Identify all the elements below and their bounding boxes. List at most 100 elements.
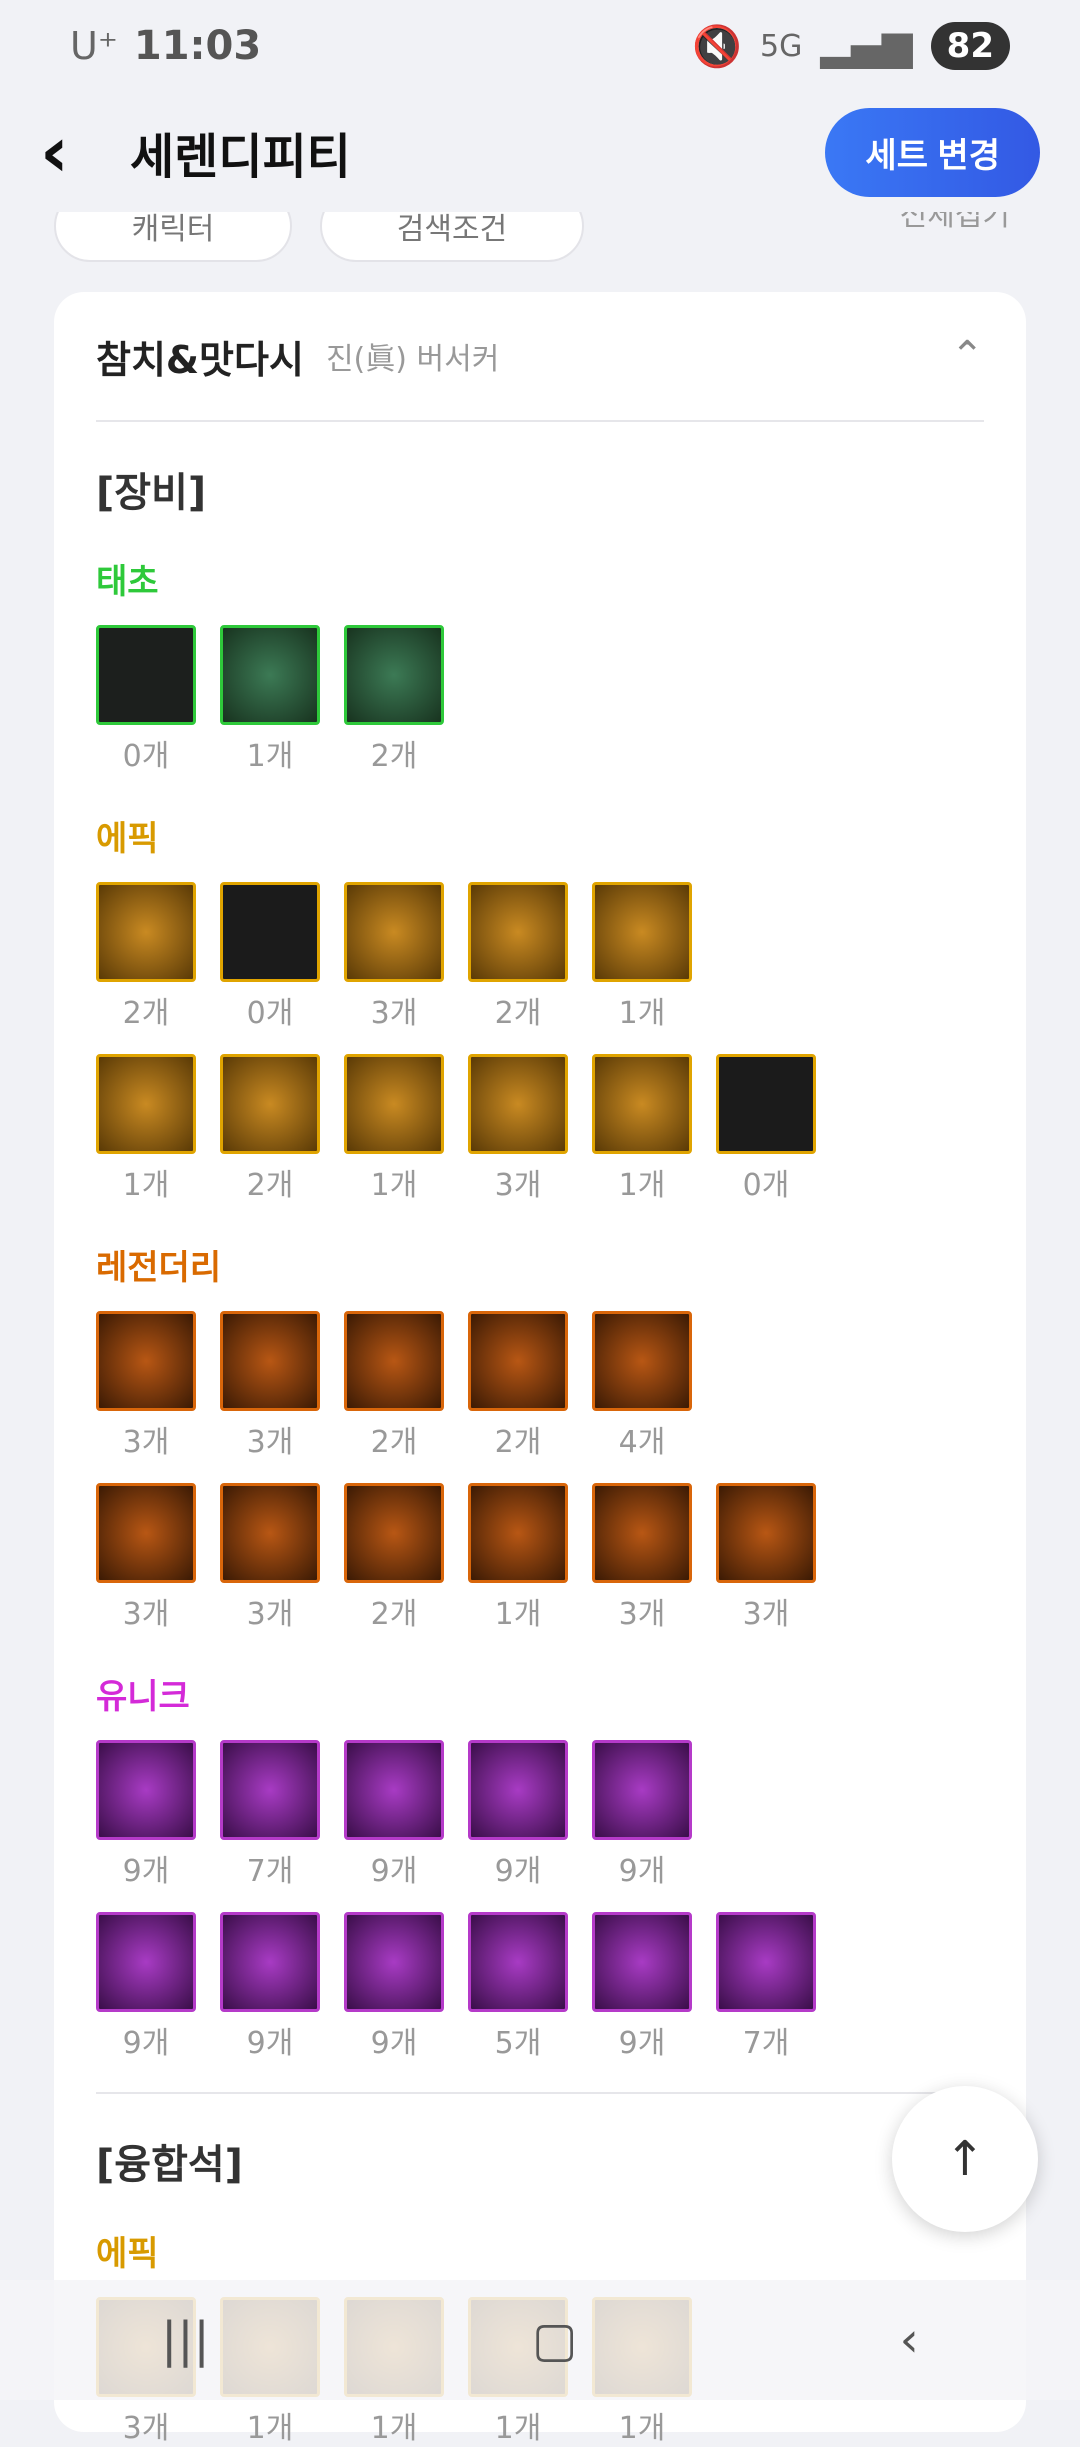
character-job: 진(眞) 버서커	[325, 342, 500, 377]
change-set-button[interactable]: 세트 변경	[825, 107, 1040, 197]
pants-icon	[220, 1311, 320, 1411]
arrow-up-icon: ↑	[944, 2131, 986, 2187]
stone-icon	[592, 1912, 692, 2012]
equipment-item[interactable]: 0개	[96, 625, 196, 775]
equipment-item[interactable]: 3개	[220, 1483, 320, 1633]
legend-row-2: 3개 3개 2개 1개 3개 3개	[96, 1483, 984, 1633]
equipment-item[interactable]: 2개	[344, 1311, 444, 1461]
item-count: 3개	[370, 996, 418, 1031]
equipment-item[interactable]: 9개	[344, 1740, 444, 1890]
equipment-item[interactable]: 1개	[220, 625, 320, 775]
recent-apps-icon[interactable]: |||	[161, 2312, 210, 2368]
equipment-item[interactable]: 3개	[220, 1311, 320, 1461]
equipment-item[interactable]: 9개	[96, 1740, 196, 1890]
equipment-item[interactable]: 9개	[592, 1740, 692, 1890]
equipment-item[interactable]: 2개	[96, 882, 196, 1032]
grade-epic-label: 에픽	[96, 819, 159, 859]
back-arrow-icon[interactable]: ‹	[40, 111, 120, 193]
app-header: ‹ 세렌디피티 세트 변경	[0, 92, 1080, 212]
pants-icon	[220, 882, 320, 982]
ring-icon	[344, 1483, 444, 1583]
equipment-item[interactable]: 7개	[716, 1912, 816, 2062]
equipment-item[interactable]: 7개	[220, 1740, 320, 1890]
equipment-item[interactable]: 3개	[716, 1483, 816, 1633]
item-count: 2개	[370, 739, 418, 774]
stone-icon	[592, 1054, 692, 1154]
shoulder-icon	[344, 882, 444, 982]
equipment-item[interactable]: 2개	[344, 625, 444, 775]
item-count: 3개	[122, 2411, 170, 2446]
equipment-item[interactable]: 2개	[220, 1054, 320, 1204]
mask-icon	[468, 1054, 568, 1154]
item-count: 2개	[370, 1597, 418, 1632]
equipment-item[interactable]: 9개	[468, 1740, 568, 1890]
equipment-item[interactable]: 3개	[468, 1054, 568, 1204]
equipment-item[interactable]: 1개	[592, 1054, 692, 1204]
equipment-item[interactable]: 2개	[468, 882, 568, 1032]
equipment-item[interactable]: 0개	[220, 882, 320, 1032]
equipment-item[interactable]: 2개	[468, 1311, 568, 1461]
signal-icon: ▂▄▆	[820, 23, 913, 69]
section-divider	[96, 2092, 984, 2094]
epic-row-1: 2개 0개 3개 2개 1개	[96, 882, 984, 1032]
equipment-item[interactable]: 0개	[716, 1054, 816, 1204]
equipment-section-title: [장비]	[96, 470, 207, 516]
chevron-up-icon[interactable]: ⌃	[950, 333, 984, 379]
item-count: 1개	[370, 2411, 418, 2446]
equipment-item[interactable]: 9개	[96, 1912, 196, 2062]
item-count: 7개	[246, 1854, 294, 1889]
unique-row-2: 9개 9개 9개 5개 9개 7개	[96, 1912, 984, 2062]
item-count: 9개	[370, 2026, 418, 2061]
item-count: 9개	[246, 2026, 294, 2061]
system-back-icon[interactable]: ‹	[900, 2312, 919, 2368]
grade-legendary-label: 레전더리	[96, 1248, 222, 1288]
item-count: 9개	[494, 1854, 542, 1889]
item-count: 1개	[494, 2411, 542, 2446]
scroll-top-button[interactable]: ↑	[892, 2086, 1038, 2232]
equipment-item[interactable]: 1개	[592, 882, 692, 1032]
item-count: 1개	[370, 1168, 418, 1203]
grade-taecho-label: 태초	[96, 562, 159, 602]
item-count: 7개	[742, 2026, 790, 2061]
grade-unique-label: 유니크	[96, 1677, 190, 1717]
equipment-item[interactable]: 3개	[592, 1483, 692, 1633]
equipment-item[interactable]: 1개	[96, 1054, 196, 1204]
item-count: 9개	[618, 2026, 666, 2061]
item-count: 2개	[246, 1168, 294, 1203]
item-count: 2개	[122, 996, 170, 1031]
battery-indicator: 82	[930, 22, 1010, 70]
unique-row-1: 9개 7개 9개 9개 9개	[96, 1740, 984, 1890]
shoulder-icon	[344, 1740, 444, 1840]
equipment-item[interactable]: 2개	[344, 1483, 444, 1633]
equipment-item[interactable]: 1개	[468, 1483, 568, 1633]
earring-icon	[716, 1054, 816, 1154]
equipment-item[interactable]: 9개	[344, 1912, 444, 2062]
home-icon[interactable]: ▢	[532, 2312, 577, 2368]
equipment-item[interactable]: 3개	[96, 1311, 196, 1461]
coat-icon	[96, 1311, 196, 1411]
equipment-item[interactable]: 3개	[96, 1483, 196, 1633]
equipment-item[interactable]: 1개	[344, 1054, 444, 1204]
equipment-item[interactable]: 5개	[468, 1912, 568, 2062]
glove-icon	[220, 1483, 320, 1583]
equipment-item[interactable]: 3개	[344, 882, 444, 1032]
item-count: 3개	[494, 1168, 542, 1203]
equipment-item[interactable]: 9개	[592, 1912, 692, 2062]
item-count: 1개	[246, 739, 294, 774]
item-count: 0개	[246, 996, 294, 1031]
coat-icon	[96, 1740, 196, 1840]
clock: 11:03	[133, 23, 262, 69]
equipment-item[interactable]: 4개	[592, 1311, 692, 1461]
item-count: 4개	[618, 1425, 666, 1460]
earring-icon	[716, 1912, 816, 2012]
belt-icon	[468, 1740, 568, 1840]
equipment-item[interactable]: 9개	[220, 1912, 320, 2062]
carrier-label: U⁺	[70, 24, 118, 68]
boots-icon	[592, 1740, 692, 1840]
fusion-grade-epic-label: 에픽	[96, 2234, 159, 2274]
earring-icon	[716, 1483, 816, 1583]
item-count: 0개	[742, 1168, 790, 1203]
stone-icon	[592, 1483, 692, 1583]
fusion-section-title: [융합석]	[96, 2142, 243, 2188]
character-row[interactable]: 참치&맛다시 진(眞) 버서커 ⌃	[96, 292, 984, 422]
